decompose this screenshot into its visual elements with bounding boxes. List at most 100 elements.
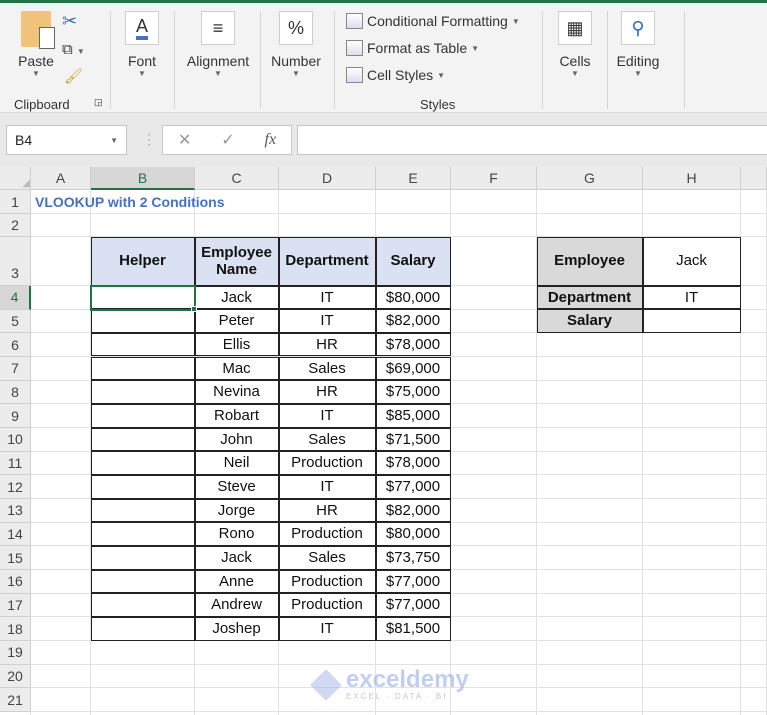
table-cell[interactable]: IT (278, 474, 376, 499)
dialog-launcher-icon[interactable]: ◲ (94, 97, 103, 108)
row-header-1[interactable]: 1 (0, 190, 31, 214)
table-cell[interactable]: Rono (194, 522, 279, 546)
column-header-A[interactable]: A (31, 167, 91, 190)
row-header-14[interactable]: 14 (0, 522, 31, 547)
helper-cell[interactable] (90, 451, 195, 475)
selected-cell-border[interactable] (90, 285, 196, 311)
format-painter-icon[interactable]: 🖌 (64, 67, 83, 85)
table-cell[interactable]: $81,500 (375, 616, 451, 641)
copy-icon[interactable]: ⧉ ▼ (62, 41, 85, 58)
lookup-value[interactable]: IT (642, 285, 741, 310)
row-header-6[interactable]: 6 (0, 333, 31, 357)
table-cell[interactable]: $80,000 (375, 285, 451, 310)
table-cell[interactable]: John (194, 427, 279, 452)
table-cell[interactable]: Production (278, 451, 376, 475)
table-cell[interactable]: IT (278, 309, 376, 333)
lookup-label[interactable]: Department (536, 285, 643, 310)
table-cell[interactable]: $85,000 (375, 403, 451, 428)
row-header-9[interactable]: 9 (0, 404, 31, 428)
row-header-8[interactable]: 8 (0, 380, 31, 405)
table-cell[interactable]: Neil (194, 451, 279, 475)
name-box[interactable]: B4 ▼ (6, 125, 127, 155)
table-cell[interactable]: IT (278, 403, 376, 428)
table-cell[interactable]: HR (278, 498, 376, 523)
enter-icon[interactable]: ✓ (221, 130, 234, 150)
table-cell[interactable]: $77,000 (375, 474, 451, 499)
row-header-15[interactable]: 15 (0, 546, 31, 571)
editing-button[interactable]: ⚲ Editing ▼ (614, 11, 662, 78)
helper-cell[interactable] (90, 309, 195, 333)
table-header[interactable]: Helper (90, 236, 195, 286)
helper-cell[interactable] (90, 616, 195, 641)
table-cell[interactable]: IT (278, 616, 376, 641)
table-cell[interactable]: HR (278, 332, 376, 357)
table-cell[interactable]: Jack (194, 285, 279, 310)
insert-function-icon[interactable]: fx (265, 131, 277, 149)
row-header-19[interactable]: 19 (0, 641, 31, 665)
cut-icon[interactable]: ✂ (62, 11, 77, 32)
table-cell[interactable]: $80,000 (375, 522, 451, 546)
column-header-G[interactable]: G (537, 167, 643, 190)
table-cell[interactable]: Sales (278, 545, 376, 570)
row-header-13[interactable]: 13 (0, 499, 31, 523)
alignment-button[interactable]: ≡ Alignment ▼ (182, 11, 254, 78)
formula-input[interactable] (297, 125, 767, 155)
cells-button[interactable]: ▦ Cells ▼ (555, 11, 595, 78)
row-header-17[interactable]: 17 (0, 593, 31, 618)
row-header-20[interactable]: 20 (0, 664, 31, 689)
table-cell[interactable]: $78,000 (375, 332, 451, 357)
helper-cell[interactable] (90, 498, 195, 523)
table-header[interactable]: Employee Name (194, 236, 279, 286)
table-cell[interactable]: $82,000 (375, 309, 451, 333)
helper-cell[interactable] (90, 474, 195, 499)
table-cell[interactable]: Steve (194, 474, 279, 499)
table-cell[interactable]: $78,000 (375, 451, 451, 475)
chevron-down-icon[interactable]: ▼ (110, 136, 118, 145)
table-cell[interactable]: $77,000 (375, 569, 451, 594)
column-header-E[interactable]: E (376, 167, 451, 190)
column-header-H[interactable]: H (643, 167, 741, 190)
column-header-F[interactable]: F (451, 167, 537, 190)
table-cell[interactable]: Ellis (194, 332, 279, 357)
select-all-button[interactable]: ◢ (0, 167, 31, 190)
table-cell[interactable]: Andrew (194, 593, 279, 617)
row-header-4[interactable]: 4 (0, 286, 31, 310)
helper-cell[interactable] (90, 380, 195, 404)
table-cell[interactable]: Anne (194, 569, 279, 594)
table-cell[interactable]: IT (278, 285, 376, 310)
helper-cell[interactable] (90, 545, 195, 570)
row-header-16[interactable]: 16 (0, 570, 31, 594)
table-cell[interactable]: $82,000 (375, 498, 451, 523)
table-cell[interactable]: Production (278, 522, 376, 546)
helper-cell[interactable] (90, 427, 195, 452)
column-header-C[interactable]: C (195, 167, 279, 190)
font-button[interactable]: A Font ▼ (122, 11, 162, 78)
table-cell[interactable]: Production (278, 593, 376, 617)
table-cell[interactable]: $75,000 (375, 380, 451, 404)
table-cell[interactable]: $73,750 (375, 545, 451, 570)
table-cell[interactable]: Sales (278, 356, 376, 381)
table-cell[interactable]: Sales (278, 427, 376, 452)
paste-button[interactable]: Paste ▼ (14, 11, 58, 78)
row-header-18[interactable]: 18 (0, 617, 31, 642)
table-header[interactable]: Salary (375, 236, 451, 286)
lookup-value[interactable] (642, 309, 741, 333)
cancel-icon[interactable]: ✕ (178, 130, 191, 150)
row-header-2[interactable]: 2 (0, 214, 31, 237)
column-header-B[interactable]: B (91, 167, 195, 190)
table-cell[interactable]: Jack (194, 545, 279, 570)
row-header-5[interactable]: 5 (0, 309, 31, 334)
lookup-label[interactable]: Salary (536, 309, 643, 333)
table-cell[interactable]: HR (278, 380, 376, 404)
table-cell[interactable]: $77,000 (375, 593, 451, 617)
table-cell[interactable]: Mac (194, 356, 279, 381)
row-header-10[interactable]: 10 (0, 428, 31, 452)
conditional-formatting-button[interactable]: Conditional Formatting ▼ (346, 13, 520, 29)
number-button[interactable]: % Number ▼ (268, 11, 324, 78)
row-header-11[interactable]: 11 (0, 451, 31, 476)
row-header-12[interactable]: 12 (0, 475, 31, 500)
table-cell[interactable]: Joshep (194, 616, 279, 641)
lookup-label[interactable]: Employee (536, 236, 643, 286)
table-cell[interactable]: Production (278, 569, 376, 594)
row-header-3[interactable]: 3 (0, 237, 31, 286)
